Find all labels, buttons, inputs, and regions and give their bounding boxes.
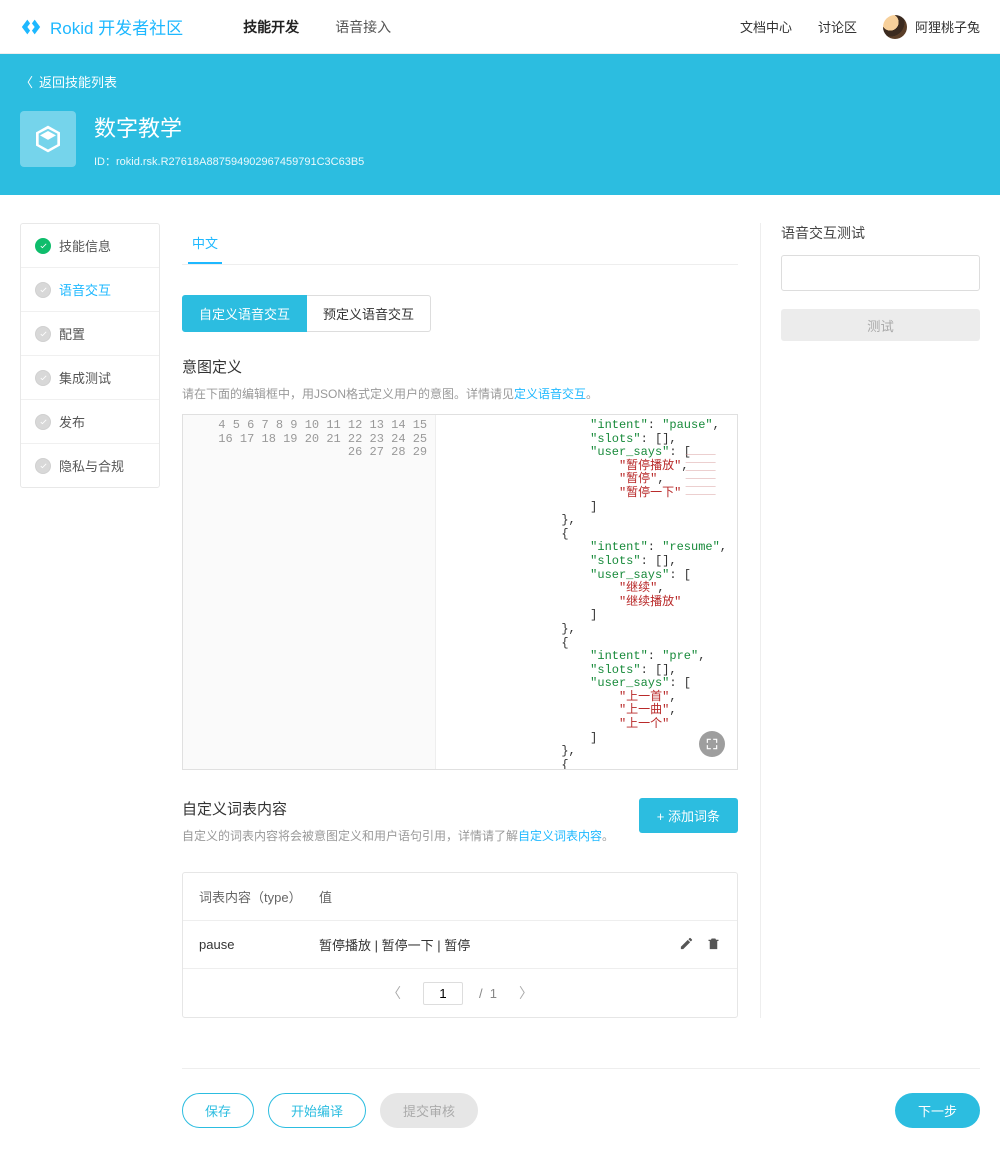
edit-icon[interactable] <box>679 936 694 954</box>
page-next[interactable]: 〉 <box>513 981 539 1005</box>
logo-text: Rokid 开发者社区 <box>50 14 183 39</box>
sidebar-item-0[interactable]: 技能信息 <box>21 224 159 268</box>
dict-heading: 自定义词表内容 <box>182 798 614 819</box>
sidebar-item-5[interactable]: 隐私与合规 <box>21 444 159 487</box>
test-button[interactable]: 测试 <box>781 309 980 341</box>
delete-icon[interactable] <box>706 936 721 954</box>
logo[interactable]: Rokid 开发者社区 <box>20 14 183 39</box>
row-type: pause <box>199 937 319 952</box>
lang-tab-zh[interactable]: 中文 <box>188 223 222 264</box>
test-panel: 语音交互测试 测试 <box>760 223 980 1018</box>
intent-desc: 请在下面的编辑框中，用JSON格式定义用户的意图。详情请见定义语音交互。 <box>182 385 738 402</box>
code-body[interactable]: "intent": "pause", "slots": [], "user_sa… <box>436 415 737 769</box>
check-icon <box>35 414 51 430</box>
page-input[interactable] <box>423 982 463 1005</box>
submit-review-button: 提交审核 <box>380 1093 478 1128</box>
tab-custom-voice[interactable]: 自定义语音交互 <box>182 295 307 332</box>
minimap-placeholder <box>687 421 717 477</box>
col-type: 词表内容（type） <box>199 887 319 906</box>
check-icon <box>35 326 51 342</box>
header-right: 文档中心 讨论区 阿狸桃子兔 <box>740 15 980 39</box>
pagination: 〈 / 1 〉 <box>183 968 737 1017</box>
link-forum[interactable]: 讨论区 <box>818 17 857 36</box>
row-values: 暂停播放 | 暂停一下 | 暂停 <box>319 935 679 954</box>
intent-heading: 意图定义 <box>182 356 738 377</box>
sidebar-item-1[interactable]: 语音交互 <box>21 268 159 312</box>
back-label: 返回技能列表 <box>39 72 117 91</box>
sidebar-item-4[interactable]: 发布 <box>21 400 159 444</box>
compile-button[interactable]: 开始编译 <box>268 1093 366 1128</box>
check-icon <box>35 238 51 254</box>
save-button[interactable]: 保存 <box>182 1093 254 1128</box>
logo-icon <box>20 16 42 38</box>
nav-voice-access[interactable]: 语音接入 <box>335 11 391 43</box>
username: 阿狸桃子兔 <box>915 17 980 36</box>
table-row: pause 暂停播放 | 暂停一下 | 暂停 <box>183 921 737 968</box>
back-link[interactable]: 〈 返回技能列表 <box>20 66 980 97</box>
json-editor[interactable]: 4 5 6 7 8 9 10 11 12 13 14 15 16 17 18 1… <box>182 414 738 770</box>
test-title: 语音交互测试 <box>781 223 980 243</box>
content-area: 中文 自定义语音交互 预定义语音交互 意图定义 请在下面的编辑框中，用JSON格… <box>182 223 738 1018</box>
line-gutter: 4 5 6 7 8 9 10 11 12 13 14 15 16 17 18 1… <box>183 415 436 769</box>
dict-desc: 自定义的词表内容将会被意图定义和用户语句引用，详情请了解自定义词表内容。 <box>182 827 614 844</box>
top-header: Rokid 开发者社区 技能开发 语音接入 文档中心 讨论区 阿狸桃子兔 <box>0 0 1000 54</box>
footer-actions: 保存 开始编译 提交审核 下一步 <box>182 1068 980 1158</box>
test-input[interactable] <box>781 255 980 291</box>
page-prev[interactable]: 〈 <box>381 981 407 1005</box>
sidebar-item-3[interactable]: 集成测试 <box>21 356 159 400</box>
skill-id: ID：rokid.rsk.R27618A88759490296745979​1C… <box>94 153 364 169</box>
dict-table-header: 词表内容（type） 值 <box>183 873 737 921</box>
check-icon <box>35 370 51 386</box>
main-area: 技能信息语音交互配置集成测试发布隐私与合规 中文 自定义语音交互 预定义语音交互… <box>0 195 1000 1018</box>
main-nav: 技能开发 语音接入 <box>243 11 740 43</box>
interaction-tabs: 自定义语音交互 预定义语音交互 <box>182 295 738 332</box>
next-step-button[interactable]: 下一步 <box>895 1093 980 1128</box>
add-term-button[interactable]: + 添加词条 <box>639 798 738 833</box>
col-value: 值 <box>319 887 721 906</box>
check-icon <box>35 458 51 474</box>
side-steps: 技能信息语音交互配置集成测试发布隐私与合规 <box>20 223 160 1018</box>
user-menu[interactable]: 阿狸桃子兔 <box>883 15 980 39</box>
avatar <box>883 15 907 39</box>
sidebar-item-2[interactable]: 配置 <box>21 312 159 356</box>
sub-header: 〈 返回技能列表 数字教学 ID：rokid.rsk.R27618A887594… <box>0 54 1000 195</box>
intent-desc-link[interactable]: 定义语音交互 <box>514 387 586 401</box>
skill-banner: 数字教学 ID：rokid.rsk.R27618A887594902967459… <box>20 97 980 195</box>
nav-skill-dev[interactable]: 技能开发 <box>243 11 299 43</box>
lang-tabs: 中文 <box>182 223 738 265</box>
skill-title: 数字教学 <box>94 111 364 143</box>
fullscreen-icon[interactable] <box>699 731 725 757</box>
skill-icon <box>20 111 76 167</box>
link-docs[interactable]: 文档中心 <box>740 17 792 36</box>
dict-desc-link[interactable]: 自定义词表内容 <box>518 829 602 843</box>
dict-table: 词表内容（type） 值 pause 暂停播放 | 暂停一下 | 暂停 〈 / … <box>182 872 738 1018</box>
check-icon <box>35 282 51 298</box>
tab-predef-voice[interactable]: 预定义语音交互 <box>307 295 431 332</box>
chevron-left-icon: 〈 <box>20 72 33 91</box>
